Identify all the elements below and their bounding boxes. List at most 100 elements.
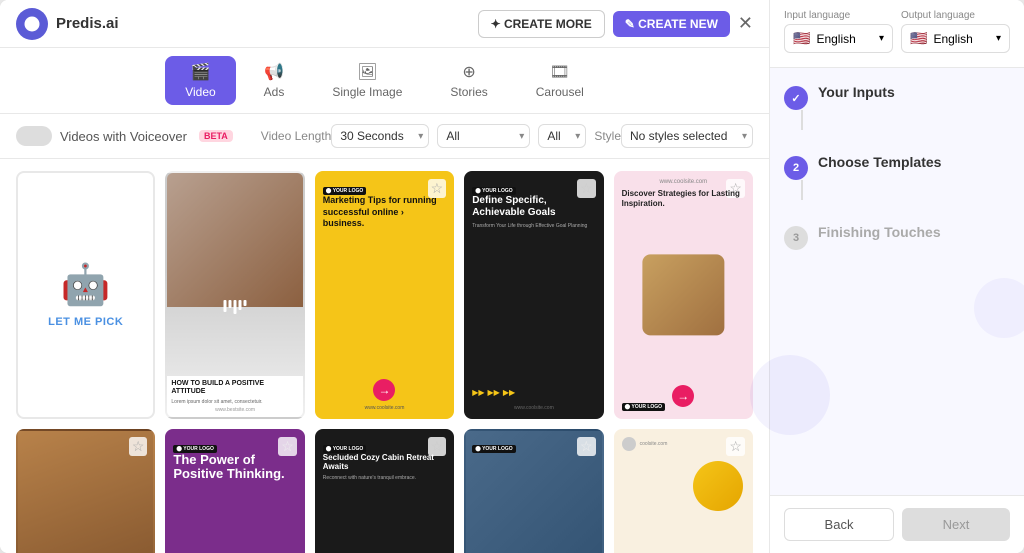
input-lang-chevron: ▾ <box>879 33 884 44</box>
style-wrap: Style No styles selected Modern Classic <box>594 124 753 148</box>
template-card-6[interactable]: ☆ ▶ <box>16 429 155 553</box>
step-1-row: ✓ Your Inputs <box>784 84 1010 134</box>
video-length-wrap: Video Length 30 Seconds 15 Seconds 60 Se… <box>261 124 430 148</box>
voiceover-label: Videos with Voiceover <box>60 129 187 144</box>
card5-arrow: → <box>672 385 694 407</box>
card2-subtitle: Lorem ipsum dolor sit amet, consectetuir… <box>171 399 298 405</box>
voiceover-toggle-wrap: Videos with Voiceover BETA <box>16 126 233 146</box>
template-card-5[interactable]: ☆ www.coolsite.com Discover Strategies f… <box>614 171 753 419</box>
output-flag: 🇺🇸 <box>910 30 927 47</box>
ads-icon: 📢 <box>264 62 284 82</box>
card4-site: www.coolsite.com <box>466 405 601 411</box>
orientation-select[interactable]: All Portrait Landscape <box>437 124 530 148</box>
template-card-10[interactable]: ☆ coolsite.com ▶ <box>614 429 753 553</box>
tab-stories[interactable]: ⊕ Stories <box>430 56 507 105</box>
card5-logo: ⬤ YOUR LOGO <box>622 403 665 411</box>
video-length-label: Video Length <box>261 129 332 143</box>
card10-avatar <box>622 437 636 451</box>
card3-arrow: → <box>373 379 395 401</box>
card5-image <box>643 254 724 335</box>
card4-arrows: ▶▶ ▶▶ ▶▶ <box>472 388 515 397</box>
step-1-label: Your Inputs <box>818 84 895 100</box>
input-lang-select[interactable]: 🇺🇸 English ▾ <box>784 24 893 53</box>
tab-ads-label: Ads <box>264 85 285 99</box>
sidebar-actions: Back Next <box>770 495 1024 553</box>
carousel-icon: 🎞 <box>550 62 570 82</box>
input-lang-group: Input language 🇺🇸 English ▾ <box>784 10 893 53</box>
create-more-button[interactable]: ✦ CREATE MORE <box>478 10 605 38</box>
card9-logo: ⬤ YOUR LOGO <box>472 445 515 453</box>
right-sidebar: Input language 🇺🇸 English ▾ Output langu… <box>769 0 1024 553</box>
style-select[interactable]: No styles selected Modern Classic <box>621 124 753 148</box>
output-lang-chevron: ▾ <box>996 33 1001 44</box>
decor-circle-right <box>974 278 1024 338</box>
template-select[interactable]: All <box>538 124 586 148</box>
tab-single-image-label: Single Image <box>332 85 402 99</box>
output-lang-select[interactable]: 🇺🇸 English ▾ <box>901 24 1010 53</box>
style-label: Style <box>594 129 621 143</box>
logo-text: Predis.ai <box>56 15 119 32</box>
card4-subtitle: Transform Your Life through Effective Go… <box>472 223 595 230</box>
tab-video[interactable]: 🎬 Video <box>165 56 235 105</box>
template-card-4[interactable]: ☆ ⬤ YOUR LOGO Define Specific, Achievabl… <box>464 171 603 419</box>
template-card-9[interactable]: ☆ ⬤ YOUR LOGO ▶ <box>464 429 603 553</box>
create-new-button[interactable]: ✎ CREATE NEW <box>613 11 730 37</box>
card4-logo: ⬤ YOUR LOGO <box>472 187 515 195</box>
tab-ads[interactable]: 📢 Ads <box>244 56 305 105</box>
decor-circle-left <box>750 355 830 435</box>
logo-area: Predis.ai <box>16 8 119 40</box>
card3-title: Marketing Tips for running successful on… <box>323 195 446 230</box>
step-2-label: Choose Templates <box>818 154 941 170</box>
voiceover-toggle[interactable] <box>16 126 52 146</box>
let-me-pick-label: LET ME PICK <box>48 316 123 328</box>
stories-icon: ⊕ <box>462 62 475 82</box>
robot-icon: 🤖 <box>61 261 111 308</box>
card2-footer: www.bestsite.com <box>171 407 298 413</box>
card5-site-top: www.coolsite.com <box>622 179 745 185</box>
card10-site: coolsite.com <box>640 441 668 447</box>
tab-carousel-label: Carousel <box>536 85 584 99</box>
card3-logo: ⬤ YOUR LOGO <box>323 187 366 195</box>
template-card-7[interactable]: ☆ ⬤ YOUR LOGO The Power of Positive Thin… <box>165 429 304 553</box>
tab-video-label: Video <box>185 85 215 99</box>
card8-subtitle: Reconnect with nature's tranquil embrace… <box>323 475 446 481</box>
bookmark-icon-6[interactable]: ☆ <box>129 437 148 456</box>
back-button[interactable]: Back <box>784 508 894 541</box>
step-1-circle: ✓ <box>784 86 808 110</box>
bookmark-icon-9[interactable]: ☆ <box>577 437 596 456</box>
card7-title: The Power of Positive Thinking. <box>173 453 296 482</box>
close-button[interactable]: ✕ <box>738 13 753 34</box>
filter-group: Video Length 30 Seconds 15 Seconds 60 Se… <box>261 124 753 148</box>
steps-area: ✓ Your Inputs 2 Choose Templates <box>770 68 1024 298</box>
step-3-circle: 3 <box>784 226 808 250</box>
template-card-3[interactable]: ☆ ⬤ YOUR LOGO Marketing Tips for running… <box>315 171 454 419</box>
tab-single-image[interactable]: 🖼 Single Image <box>312 56 422 105</box>
orientation-wrap: All Portrait Landscape <box>437 124 530 148</box>
tab-bar: 🎬 Video 📢 Ads 🖼 Single Image ⊕ Stories 🎞… <box>0 48 769 114</box>
video-length-select[interactable]: 30 Seconds 15 Seconds 60 Seconds <box>331 124 429 148</box>
input-flag: 🇺🇸 <box>793 30 810 47</box>
tab-stories-label: Stories <box>450 85 487 99</box>
template-card-8[interactable]: ☆ ⬤ YOUR LOGO Secluded Cozy Cabin Retrea… <box>315 429 454 553</box>
input-lang-label: Input language <box>784 10 893 21</box>
step-2-connector <box>801 180 803 200</box>
step-3-number: 3 <box>793 232 799 244</box>
next-button[interactable]: Next <box>902 508 1010 541</box>
card8-logo: ⬤ YOUR LOGO <box>323 445 366 453</box>
sidebar-top: Input language 🇺🇸 English ▾ Output langu… <box>770 0 1024 68</box>
step-2-number: 2 <box>793 162 799 174</box>
card5-title: Discover Strategies for Lasting Inspirat… <box>622 189 745 210</box>
step-1-connector <box>801 110 803 130</box>
step-2-row: 2 Choose Templates <box>784 154 1010 204</box>
video-icon: 🎬 <box>190 62 210 82</box>
card3-site: www.coolsite.com <box>317 405 452 411</box>
template-grid: 🤖 LET ME PICK ☆ HOW TO BUILD A POSITIVE … <box>16 171 753 553</box>
let-me-pick-card[interactable]: 🤖 LET ME PICK <box>16 171 155 419</box>
template-card-2[interactable]: ☆ HOW TO BUILD A POSITIVE ATTITUDE Lorem… <box>165 171 304 419</box>
card10-circle <box>693 461 743 511</box>
step-2-circle: 2 <box>784 156 808 180</box>
beta-badge: BETA <box>199 130 233 142</box>
step-3-row: 3 Finishing Touches <box>784 224 1010 250</box>
tab-carousel[interactable]: 🎞 Carousel <box>516 56 604 105</box>
top-nav: Predis.ai ✦ CREATE MORE ✎ CREATE NEW ✕ <box>0 0 769 48</box>
